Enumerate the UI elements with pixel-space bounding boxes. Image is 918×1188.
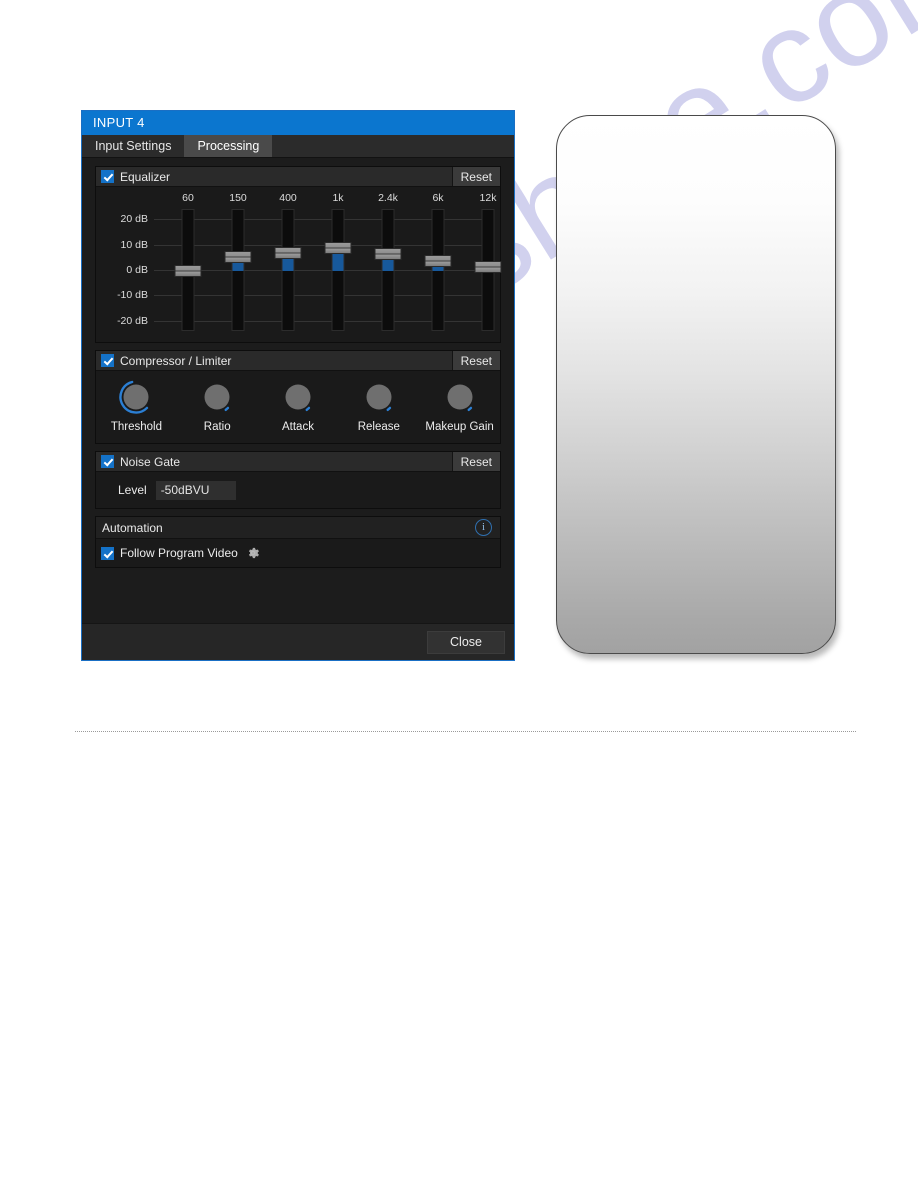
- gear-icon[interactable]: [246, 546, 260, 560]
- knob-arc: [467, 406, 472, 412]
- compressor-knob-row: Threshold Ratio Attack Release Makeup Gain: [96, 371, 500, 443]
- dialog-body: Equalizer Reset 20 dB 10 dB 0 dB -10 dB -20 …: [82, 158, 514, 660]
- eq-frequency-label: 12k: [479, 192, 497, 204]
- eq-db-label: -10 dB: [117, 289, 148, 302]
- eq-slider-400[interactable]: [274, 209, 302, 331]
- eq-slider-150[interactable]: [224, 209, 252, 331]
- noise-gate-group: Noise Gate Reset Level: [95, 451, 501, 509]
- tab-strip: Input Settings Processing: [82, 135, 514, 158]
- follow-program-video-label: Follow Program Video: [120, 546, 238, 560]
- eq-db-label: 0 dB: [126, 264, 148, 276]
- compressor-checkbox[interactable]: [101, 354, 114, 367]
- knob-arc: [305, 406, 311, 412]
- knob-body: [366, 384, 392, 410]
- noise-gate-reset-button[interactable]: Reset: [451, 452, 500, 471]
- eq-frequency-label: 1k: [332, 192, 344, 204]
- eq-slider-handle[interactable]: [324, 242, 352, 255]
- eq-slider-handle[interactable]: [224, 251, 252, 264]
- knob-body: [447, 384, 473, 410]
- eq-frequency-label: 2.4k: [378, 192, 398, 204]
- compressor-header: Compressor / Limiter Reset: [96, 351, 500, 371]
- tab-input-settings[interactable]: Input Settings: [82, 135, 185, 157]
- eq-slider-handle[interactable]: [474, 261, 502, 274]
- compressor-group: Compressor / Limiter Reset Threshold Rati…: [95, 350, 501, 444]
- eq-slider-6k[interactable]: [424, 209, 452, 331]
- equalizer-header: Equalizer Reset: [96, 167, 500, 187]
- knob-cell: Release: [338, 379, 419, 433]
- eq-db-label: 20 dB: [120, 213, 148, 226]
- equalizer-sliders-area: 20 dB 10 dB 0 dB -10 dB -20 dB 60 150 400 1k 2.4k…: [96, 187, 502, 342]
- tab-processing[interactable]: Processing: [184, 135, 273, 157]
- eq-frequency-label: 60: [182, 192, 194, 204]
- automation-header: Automation i: [96, 517, 500, 539]
- follow-program-video-checkbox[interactable]: [101, 546, 114, 560]
- eq-slider-12k[interactable]: [474, 209, 502, 331]
- noise-gate-level-input[interactable]: [155, 480, 236, 500]
- knob-cell: Ratio: [177, 379, 258, 433]
- knob-label: Ratio: [203, 421, 231, 433]
- knob-release[interactable]: [361, 379, 397, 415]
- dialog-title: INPUT 4: [82, 111, 514, 135]
- eq-slider-handle[interactable]: [424, 254, 452, 267]
- noise-gate-header: Noise Gate Reset: [96, 452, 500, 472]
- eq-db-label: -20 dB: [117, 314, 148, 327]
- equalizer-group: Equalizer Reset 20 dB 10 dB 0 dB -10 dB -20 …: [95, 166, 502, 343]
- info-icon[interactable]: i: [475, 519, 492, 536]
- knob-cell: Makeup Gain: [419, 379, 500, 433]
- knob-label: Makeup Gain: [425, 421, 494, 433]
- eq-frequency-label: 6k: [432, 192, 444, 204]
- knob-ratio[interactable]: [199, 379, 235, 415]
- eq-slider-handle[interactable]: [374, 248, 402, 261]
- dialog-footer: Close: [82, 623, 514, 660]
- knob-label: Threshold: [110, 421, 162, 433]
- device-illustration: [556, 115, 836, 654]
- knob-makeup-gain[interactable]: [442, 379, 478, 415]
- compressor-title: Compressor / Limiter: [120, 353, 232, 368]
- knob-threshold[interactable]: [118, 379, 154, 415]
- eq-slider-handle[interactable]: [274, 247, 302, 260]
- eq-db-label: 10 dB: [120, 238, 148, 251]
- equalizer-reset-button[interactable]: Reset: [451, 167, 500, 186]
- knob-cell: Attack: [258, 379, 339, 433]
- knob-label: Attack: [282, 421, 314, 433]
- knob-body: [123, 384, 149, 410]
- noise-gate-title: Noise Gate: [120, 454, 181, 469]
- eq-slider-2.4k[interactable]: [374, 209, 402, 331]
- automation-group: Automation i Follow Program Video: [95, 516, 501, 568]
- knob-label: Release: [357, 421, 400, 433]
- noise-gate-checkbox[interactable]: [101, 455, 114, 468]
- knob-attack[interactable]: [280, 379, 316, 415]
- automation-title: Automation: [102, 520, 163, 535]
- knob-arc: [386, 406, 391, 412]
- page-divider: [75, 731, 856, 732]
- automation-body: Follow Program Video: [96, 539, 500, 567]
- knob-arc: [224, 406, 230, 412]
- input-processing-dialog: INPUT 4 Input Settings Processing Equali…: [81, 110, 515, 661]
- eq-slider-60[interactable]: [174, 209, 202, 331]
- close-button[interactable]: Close: [427, 630, 505, 654]
- knob-body: [285, 384, 311, 410]
- knob-body: [204, 384, 230, 410]
- eq-slider-handle[interactable]: [174, 265, 202, 277]
- eq-frequency-label: 400: [279, 192, 297, 204]
- knob-cell: Threshold: [96, 379, 177, 433]
- noise-gate-body: Level: [96, 472, 500, 508]
- eq-slider-1k[interactable]: [324, 209, 352, 331]
- equalizer-title: Equalizer: [120, 169, 171, 184]
- noise-gate-level-label: Level: [118, 483, 147, 497]
- compressor-reset-button[interactable]: Reset: [451, 351, 500, 370]
- eq-frequency-label: 150: [229, 192, 247, 204]
- equalizer-checkbox[interactable]: [101, 170, 114, 183]
